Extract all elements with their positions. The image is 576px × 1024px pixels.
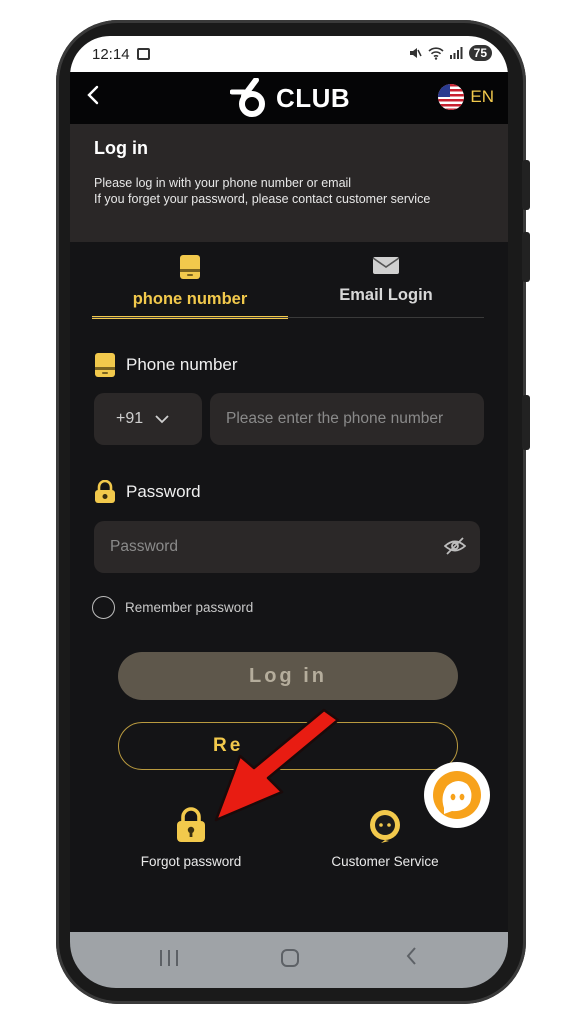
- lock-icon: [177, 807, 205, 842]
- status-bar: 12:14 75: [70, 36, 508, 72]
- customer-service-label: Customer Service: [331, 854, 439, 869]
- login-button[interactable]: Log in: [118, 652, 458, 700]
- back-button[interactable]: [86, 84, 110, 112]
- chevron-down-icon: [155, 414, 169, 423]
- logo-text: CLUB: [276, 82, 351, 113]
- signal-icon: [449, 47, 463, 59]
- phone-number-label-text: Phone number: [126, 355, 238, 374]
- volume-up-button: [522, 160, 530, 210]
- volume-down-button: [522, 232, 530, 282]
- status-time: 12:14: [92, 46, 130, 63]
- red-arrow-annotation: [214, 708, 340, 822]
- power-button: [522, 395, 530, 450]
- mail-icon: [372, 257, 400, 274]
- info-line-2: If you forget your password, please cont…: [94, 192, 431, 206]
- phone-number-placeholder: Please enter the phone number: [226, 410, 444, 427]
- password-label: Password: [94, 480, 201, 504]
- forgot-password-label: Forgot password: [140, 854, 242, 869]
- tab-email-login[interactable]: Email Login: [288, 250, 484, 318]
- battery-badge: 75: [468, 45, 492, 61]
- chat-support-button[interactable]: [424, 762, 490, 828]
- tab-label: phone number: [132, 290, 248, 308]
- eye-off-icon[interactable]: [444, 536, 466, 556]
- home-button[interactable]: [281, 949, 299, 967]
- tab-phone-number[interactable]: phone number: [92, 250, 288, 319]
- wifi-icon: [428, 46, 444, 60]
- password-input[interactable]: Password: [94, 521, 480, 573]
- page-title: Log in: [94, 138, 148, 158]
- remember-password[interactable]: Remember password: [92, 596, 253, 619]
- chat-bot-icon: [433, 771, 481, 819]
- system-nav-bar: [70, 932, 508, 988]
- country-code-select[interactable]: +91: [94, 393, 202, 445]
- status-icons: 75: [408, 45, 492, 61]
- phone-icon: [95, 353, 115, 377]
- mute-icon: [409, 48, 422, 58]
- phone-number-label: Phone number: [94, 352, 238, 378]
- tabs-divider: [92, 317, 484, 318]
- recent-apps-button[interactable]: [160, 950, 178, 966]
- lock-icon: [95, 480, 115, 503]
- remember-password-radio[interactable]: [92, 596, 115, 619]
- phone-icon: [180, 255, 200, 279]
- app-header: CLUB EN: [70, 72, 508, 124]
- tab-label: Email Login: [339, 286, 433, 304]
- screen: 12:14 75 CLUB EN Log in Please log in wi…: [70, 36, 508, 988]
- country-code-value: +91: [116, 410, 144, 427]
- password-placeholder: Password: [110, 538, 179, 555]
- remember-password-label: Remember password: [125, 600, 254, 615]
- chevron-left-icon: [87, 85, 99, 105]
- nav-back-button[interactable]: [405, 945, 417, 973]
- info-line-1: Please log in with your phone number or …: [94, 176, 352, 190]
- logo-mark-icon: [230, 78, 265, 117]
- chevron-left-icon: [406, 947, 416, 965]
- language-label: EN: [470, 87, 494, 106]
- phone-number-input[interactable]: Please enter the phone number: [210, 393, 484, 445]
- login-tabs: phone number Email Login: [92, 250, 484, 320]
- headset-icon: [370, 810, 400, 843]
- login-info-panel: Log in Please log in with your phone num…: [70, 124, 508, 242]
- logo: CLUB: [230, 78, 350, 118]
- password-label-text: Password: [126, 482, 201, 501]
- us-flag-icon: [438, 84, 465, 110]
- screenshot-icon: [137, 48, 150, 60]
- language-selector[interactable]: EN: [438, 84, 494, 110]
